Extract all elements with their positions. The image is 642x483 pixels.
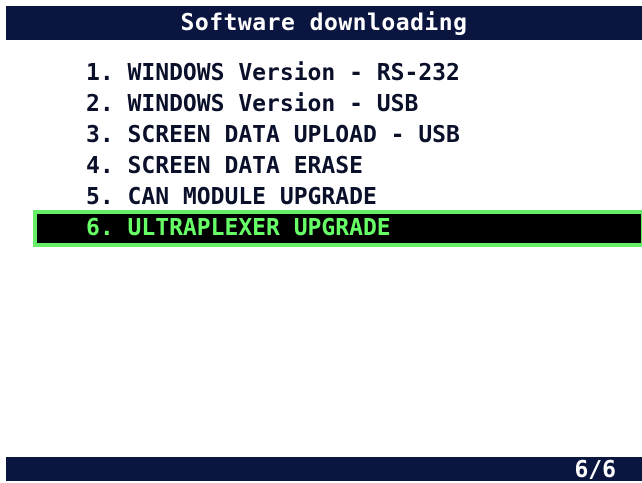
menu-item-label: 4. SCREEN DATA ERASE [86, 153, 363, 179]
title-bar: Software downloading [6, 6, 642, 40]
menu-item-label: 3. SCREEN DATA UPLOAD - USB [86, 122, 460, 148]
software-menu: 1. WINDOWS Version - RS-232 2. WINDOWS V… [0, 58, 642, 247]
menu-item-windows-rs232[interactable]: 1. WINDOWS Version - RS-232 [0, 58, 642, 89]
menu-item-label: 6. ULTRAPLEXER UPGRADE [86, 215, 391, 241]
menu-item-label: 2. WINDOWS Version - USB [86, 91, 419, 117]
menu-item-label: 5. CAN MODULE UPGRADE [86, 184, 377, 210]
menu-item-windows-usb[interactable]: 2. WINDOWS Version - USB [0, 89, 642, 120]
status-bar: 6/6 [6, 457, 642, 483]
page-title: Software downloading [180, 10, 468, 36]
device-screen: Software downloading 1. WINDOWS Version … [0, 0, 642, 483]
menu-item-ultraplexer-upgrade[interactable]: 6. ULTRAPLEXER UPGRADE [33, 210, 642, 247]
menu-item-can-module-upgrade[interactable]: 5. CAN MODULE UPGRADE [0, 182, 642, 213]
menu-item-label: 1. WINDOWS Version - RS-232 [86, 60, 460, 86]
menu-item-screen-data-upload[interactable]: 3. SCREEN DATA UPLOAD - USB [0, 120, 642, 151]
menu-item-screen-data-erase[interactable]: 4. SCREEN DATA ERASE [0, 151, 642, 182]
page-indicator: 6/6 [574, 457, 616, 483]
